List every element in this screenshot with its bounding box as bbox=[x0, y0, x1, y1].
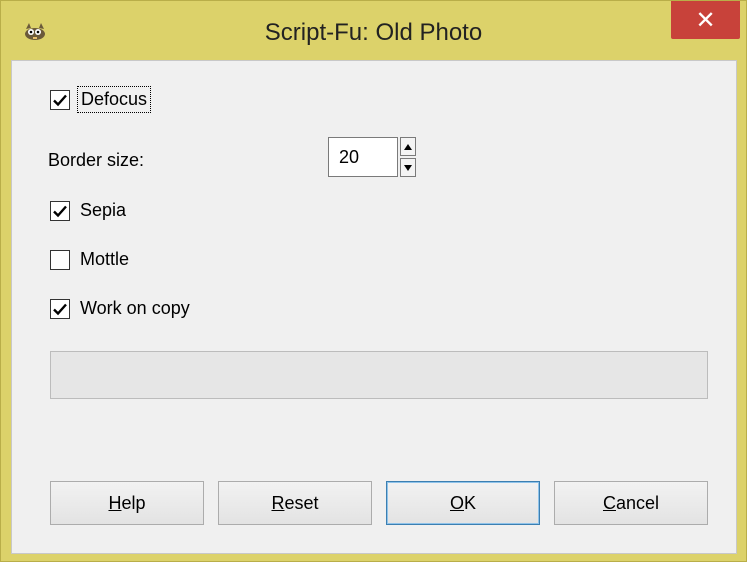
title-bar[interactable]: Script-Fu: Old Photo ✕ bbox=[1, 1, 746, 59]
spin-up-button[interactable] bbox=[400, 137, 416, 156]
triangle-up-icon bbox=[404, 143, 412, 150]
sepia-label: Sepia bbox=[80, 200, 127, 220]
sepia-option[interactable]: Sepia bbox=[50, 200, 126, 221]
checkmark-icon bbox=[53, 94, 67, 106]
help-button[interactable]: Help bbox=[50, 481, 204, 525]
defocus-label[interactable]: Defocus bbox=[76, 86, 152, 113]
dialog-content: Defocus Border size: 20 Sepia Mottle Wor… bbox=[11, 60, 737, 554]
ok-mnemonic: O bbox=[449, 492, 464, 513]
cancel-mnemonic: C bbox=[602, 492, 616, 513]
work-on-copy-option[interactable]: Work on copy bbox=[50, 298, 190, 319]
work-on-copy-checkbox[interactable] bbox=[50, 298, 70, 319]
reset-mnemonic: R bbox=[271, 492, 285, 513]
checkmark-icon bbox=[53, 303, 67, 315]
border-size-label: Border size: bbox=[48, 150, 145, 170]
triangle-down-icon bbox=[404, 164, 412, 171]
defocus-checkbox[interactable] bbox=[50, 89, 70, 110]
window-title: Script-Fu: Old Photo bbox=[264, 19, 483, 46]
cancel-button[interactable]: Cancel bbox=[554, 481, 708, 525]
ok-button[interactable]: OK bbox=[386, 481, 540, 525]
reset-button[interactable]: Reset bbox=[218, 481, 372, 525]
spin-down-button[interactable] bbox=[400, 158, 416, 177]
help-label: elp bbox=[121, 492, 146, 513]
cancel-label: ancel bbox=[615, 492, 660, 513]
border-size-input[interactable]: 20 bbox=[328, 137, 398, 177]
progress-bar bbox=[50, 351, 708, 399]
close-button[interactable]: ✕ bbox=[671, 1, 740, 39]
checkmark-icon bbox=[53, 205, 67, 217]
sepia-checkbox[interactable] bbox=[50, 200, 70, 221]
close-icon: ✕ bbox=[695, 6, 716, 34]
border-size-spinbox[interactable]: 20 bbox=[328, 137, 416, 177]
mottle-checkbox[interactable] bbox=[50, 249, 70, 270]
reset-label: eset bbox=[284, 492, 319, 513]
mottle-option[interactable]: Mottle bbox=[50, 249, 129, 270]
dialog-window: Script-Fu: Old Photo ✕ Defocus Border si… bbox=[0, 0, 747, 562]
mottle-label: Mottle bbox=[80, 249, 130, 269]
work-on-copy-label: Work on copy bbox=[80, 298, 190, 318]
defocus-option[interactable]: Defocus bbox=[50, 86, 152, 113]
ok-label: K bbox=[464, 492, 477, 513]
help-mnemonic: H bbox=[108, 492, 122, 513]
